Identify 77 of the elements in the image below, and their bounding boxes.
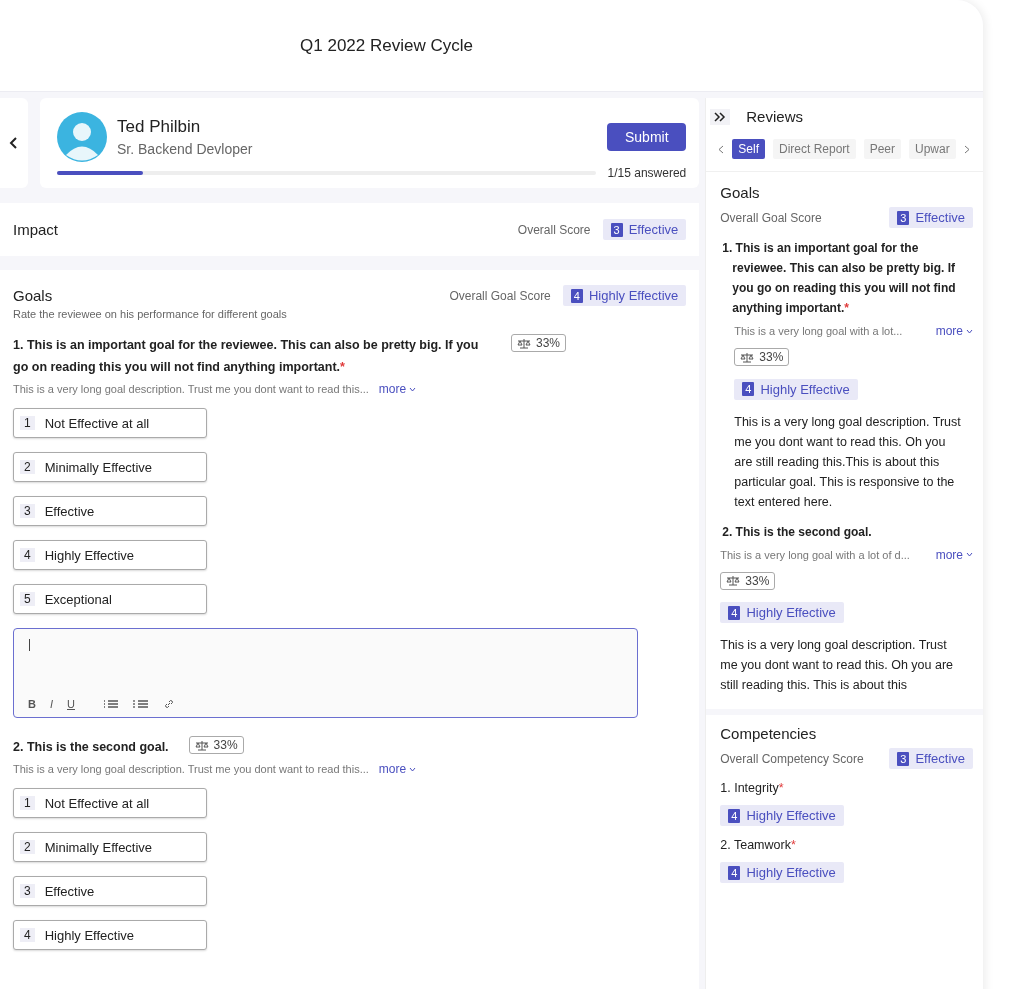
numbered-list-icon[interactable] [132, 699, 149, 709]
rating-badge: 4 Highly Effective [734, 378, 858, 400]
bullet-list-icon[interactable] [102, 699, 119, 709]
answered-count: 1/15 answered [607, 166, 687, 180]
score-label: Overall Goal Score [449, 288, 551, 303]
rating-option[interactable]: 3 Effective [13, 876, 207, 906]
score-label: Overall Score [517, 222, 591, 237]
link-icon[interactable] [162, 698, 175, 710]
rating-badge: 4 Highly Effective [720, 602, 844, 623]
score-badge: 3 Effective [602, 219, 687, 240]
weight-badge: 33% [511, 334, 567, 352]
section-title: Competencies [720, 725, 818, 742]
goal-description: This is a very long goal with a lot... [734, 325, 903, 337]
submit-button[interactable]: Submit [607, 123, 687, 151]
goal-title: 2. This is the second goal. [721, 523, 873, 541]
scale-icon [726, 575, 741, 586]
rating-option[interactable]: 4 Highly Effective [13, 920, 207, 950]
reviewee-role: Sr. Backend Devloper [117, 141, 254, 157]
review-comment: This is a very long goal description. Trust me you dont want to read this. Oh you are still reading this. This is about this [720, 637, 955, 694]
format-button[interactable]: B [28, 698, 36, 710]
chevron-right-icon[interactable] [963, 144, 970, 154]
goal-description: This is a very long goal description. Trust me you dont want to read this... [13, 763, 369, 775]
goal-title: 1. This is an important goal for the reviewee. This can also be pretty big. If you go on reading this you will not find anything important.* [721, 240, 957, 317]
score-badge: 4 Highly Effective [562, 285, 687, 306]
review-tab[interactable]: Direct Report [772, 139, 856, 159]
chevron-down-icon [409, 766, 417, 772]
score-label: Overall Goal Score [720, 210, 822, 225]
rating-option[interactable]: 3 Effective [13, 496, 207, 526]
rating-option[interactable]: 2 Minimally Effective [13, 832, 207, 862]
competency-title: 2. Teamwork* [720, 838, 797, 852]
rating-badge: 4 Highly Effective [720, 862, 844, 883]
more-link[interactable]: more [378, 382, 417, 396]
chevron-down-icon [409, 386, 417, 392]
avatar-icon [57, 112, 107, 162]
score-badge: 3 Effective [889, 207, 973, 228]
rating-option[interactable]: 4 Highly Effective [13, 540, 207, 570]
chevron-down-icon [966, 328, 973, 334]
section-title: Goals [720, 184, 761, 201]
rating-option[interactable]: 5 Exceptional [13, 584, 207, 614]
more-link[interactable]: more [378, 762, 417, 776]
weight-badge: 33% [734, 348, 790, 366]
scale-icon [517, 337, 531, 349]
review-tab[interactable]: Upwar [909, 139, 956, 159]
scale-icon [740, 351, 755, 363]
chevron-down-icon [966, 552, 973, 557]
goal-title: 2. This is the second goal. [13, 739, 169, 756]
collapse-button[interactable] [710, 108, 731, 125]
goal-description: This is a very long goal with a lot of d... [720, 548, 910, 561]
chevron-left-icon[interactable] [718, 144, 725, 154]
score-badge: 3 Effective [889, 748, 973, 769]
goal-title: 1. This is an important goal for the reviewee. This can also be pretty big. If you go on reading this you will not find anything important.* [13, 337, 480, 376]
rating-badge: 4 Highly Effective [720, 805, 844, 826]
format-button[interactable]: I [49, 698, 53, 710]
section-title: Goals [13, 287, 53, 304]
comment-editor[interactable]: B I U [13, 628, 638, 718]
weight-badge: 33% [720, 571, 776, 590]
double-chevron-icon [714, 111, 727, 122]
panel-title: Reviews [746, 108, 803, 125]
more-link[interactable]: more [935, 547, 973, 562]
score-label: Overall Competency Score [720, 751, 864, 766]
weight-badge: 33% [188, 736, 244, 754]
rating-option[interactable]: 2 Minimally Effective [13, 452, 207, 482]
chevron-left-icon [9, 137, 19, 149]
more-link[interactable]: more [935, 324, 973, 338]
reviewee-name: Ted Philbin [117, 117, 202, 137]
rating-option[interactable]: 1 Not Effective at all [13, 408, 207, 438]
review-comment: This is a very long goal description. Trust me you dont want to read this. Oh you are still reading this.This is about this particular goal. This is responsive to the text entered here. [734, 413, 962, 511]
goal-description: This is a very long goal description. Trust me you dont want to read this... [13, 383, 369, 395]
review-tab[interactable]: Peer [863, 139, 901, 159]
section-subtitle: Rate the reviewee on his performance for different goals [13, 308, 288, 320]
competency-title: 1. Integrity* [720, 781, 785, 795]
rating-option[interactable]: 1 Not Effective at all [13, 788, 207, 818]
review-tab[interactable]: Self [732, 139, 765, 159]
scale-icon [194, 739, 209, 751]
format-button[interactable]: U [67, 698, 75, 710]
section-title: Impact [13, 221, 58, 238]
page-title: Q1 2022 Review Cycle [300, 35, 473, 56]
